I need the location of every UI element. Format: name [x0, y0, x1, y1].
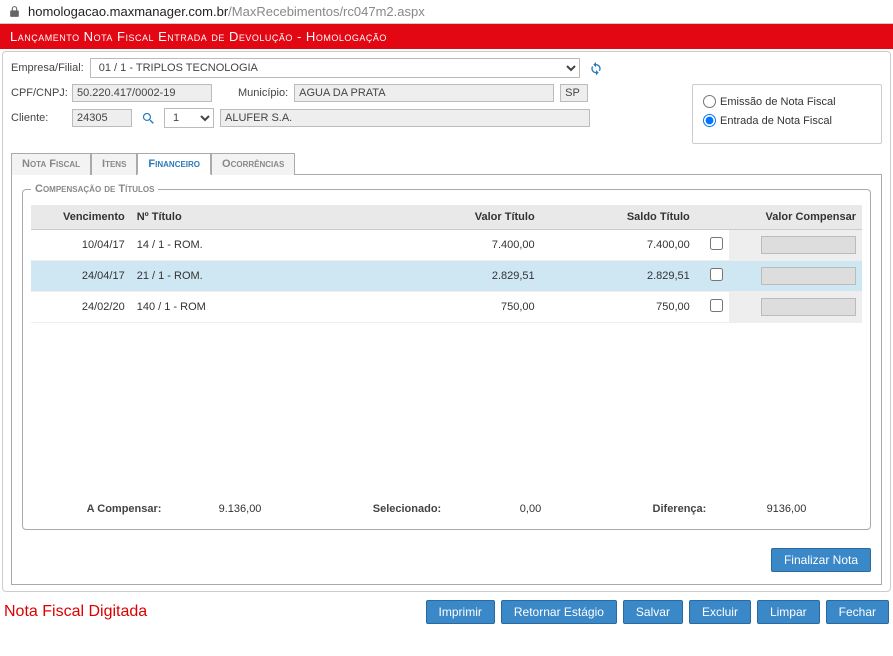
- main-container: Empresa/Filial: 01 / 1 - TRIPLOS TECNOLO…: [2, 51, 891, 592]
- fieldset-compensacao: Compensação de Títulos Vencimento Nº Tít…: [22, 183, 871, 530]
- refresh-icon[interactable]: [586, 58, 606, 78]
- empresa-select[interactable]: 01 / 1 - TRIPLOS TECNOLOGIA: [90, 58, 580, 78]
- a-compensar-label: A Compensar:: [87, 503, 162, 515]
- row-checkbox[interactable]: [710, 268, 723, 281]
- excluir-button[interactable]: Excluir: [689, 600, 751, 624]
- compensar-input[interactable]: [761, 298, 856, 316]
- compensar-input[interactable]: [761, 236, 856, 254]
- nota-type-box: Emissão de Nota Fiscal Entrada de Nota F…: [692, 84, 882, 144]
- cpf-label: CPF/CNPJ:: [11, 87, 66, 99]
- table-row[interactable]: 10/04/17 14 / 1 - ROM. 7.400,00 7.400,00: [31, 230, 862, 261]
- cell-titulo: 140 / 1 - ROM: [131, 292, 353, 323]
- cell-valor: 2.829,51: [352, 261, 540, 292]
- table-row[interactable]: 24/02/20 140 / 1 - ROM 750,00 750,00: [31, 292, 862, 323]
- fechar-button[interactable]: Fechar: [826, 600, 889, 624]
- uf-input[interactable]: [560, 84, 588, 102]
- page-title: Lançamento Nota Fiscal Entrada de Devolu…: [0, 24, 893, 49]
- cell-valor: 750,00: [352, 292, 540, 323]
- tab-nota-fiscal[interactable]: Nota Fiscal: [11, 153, 91, 175]
- cell-valor: 7.400,00: [352, 230, 540, 261]
- empresa-row: Empresa/Filial: 01 / 1 - TRIPLOS TECNOLO…: [11, 58, 882, 78]
- finalizar-button[interactable]: Finalizar Nota: [771, 548, 871, 572]
- radio-emissao-label: Emissão de Nota Fiscal: [720, 96, 836, 108]
- search-icon[interactable]: [138, 108, 158, 128]
- cell-titulo: 14 / 1 - ROM.: [131, 230, 353, 261]
- status-text: Nota Fiscal Digitada: [4, 603, 147, 621]
- cell-saldo: 750,00: [541, 292, 696, 323]
- cell-saldo: 2.829,51: [541, 261, 696, 292]
- retornar-button[interactable]: Retornar Estágio: [501, 600, 617, 624]
- tab-ocorrencias[interactable]: Ocorrências: [211, 153, 295, 175]
- footer: Nota Fiscal Digitada Imprimir Retornar E…: [0, 594, 893, 626]
- footer-buttons: Imprimir Retornar Estágio Salvar Excluir…: [426, 600, 889, 624]
- cliente-codigo-input[interactable]: [72, 109, 132, 127]
- diferenca-label: Diferença:: [653, 503, 707, 515]
- cell-saldo: 7.400,00: [541, 230, 696, 261]
- fieldset-legend: Compensação de Títulos: [31, 183, 158, 195]
- selecionado-label: Selecionado:: [373, 503, 441, 515]
- cell-vencimento: 24/02/20: [31, 292, 131, 323]
- col-saldo: Saldo Título: [541, 205, 696, 230]
- tab-financeiro[interactable]: Financeiro: [137, 153, 211, 175]
- tabs: Nota Fiscal Itens Financeiro Ocorrências: [11, 152, 882, 174]
- row-checkbox[interactable]: [710, 237, 723, 250]
- cell-vencimento: 24/04/17: [31, 261, 131, 292]
- table-row[interactable]: 24/04/17 21 / 1 - ROM. 2.829,51 2.829,51: [31, 261, 862, 292]
- col-valor: Valor Título: [352, 205, 540, 230]
- cliente-label: Cliente:: [11, 112, 66, 124]
- cliente-nome-input[interactable]: [220, 109, 590, 127]
- empresa-label: Empresa/Filial:: [11, 62, 84, 74]
- radio-entrada-label: Entrada de Nota Fiscal: [720, 115, 832, 127]
- a-compensar-value: 9.136,00: [191, 503, 261, 515]
- selecionado-value: 0,00: [471, 503, 541, 515]
- col-titulo: Nº Título: [131, 205, 353, 230]
- radio-emissao[interactable]: [703, 95, 716, 108]
- url-path: /MaxRecebimentos/rc047m2.aspx: [228, 4, 425, 19]
- tab-itens[interactable]: Itens: [91, 153, 137, 175]
- lock-icon: [8, 5, 22, 19]
- salvar-button[interactable]: Salvar: [623, 600, 683, 624]
- cell-titulo: 21 / 1 - ROM.: [131, 261, 353, 292]
- col-check: [696, 205, 729, 230]
- col-compensar: Valor Compensar: [729, 205, 862, 230]
- cell-vencimento: 10/04/17: [31, 230, 131, 261]
- browser-url-bar: homologacao.maxmanager.com.br/MaxRecebim…: [0, 0, 893, 24]
- imprimir-button[interactable]: Imprimir: [426, 600, 495, 624]
- tab-content: Compensação de Títulos Vencimento Nº Tít…: [11, 174, 882, 585]
- municipio-label: Município:: [238, 87, 288, 99]
- totals-row: A Compensar: 9.136,00 Selecionado: 0,00 …: [31, 503, 862, 515]
- cpf-input[interactable]: [72, 84, 212, 102]
- form-left: CPF/CNPJ: Município: Cliente: 1: [11, 84, 682, 144]
- radio-entrada[interactable]: [703, 114, 716, 127]
- diferenca-value: 9136,00: [736, 503, 806, 515]
- municipio-input[interactable]: [294, 84, 554, 102]
- cliente-seq-select[interactable]: 1: [164, 108, 214, 128]
- col-vencimento: Vencimento: [31, 205, 131, 230]
- url-domain: homologacao.maxmanager.com.br: [28, 4, 228, 19]
- compensar-input[interactable]: [761, 267, 856, 285]
- row-checkbox[interactable]: [710, 299, 723, 312]
- titulos-grid: Vencimento Nº Título Valor Título Saldo …: [31, 205, 862, 323]
- limpar-button[interactable]: Limpar: [757, 600, 820, 624]
